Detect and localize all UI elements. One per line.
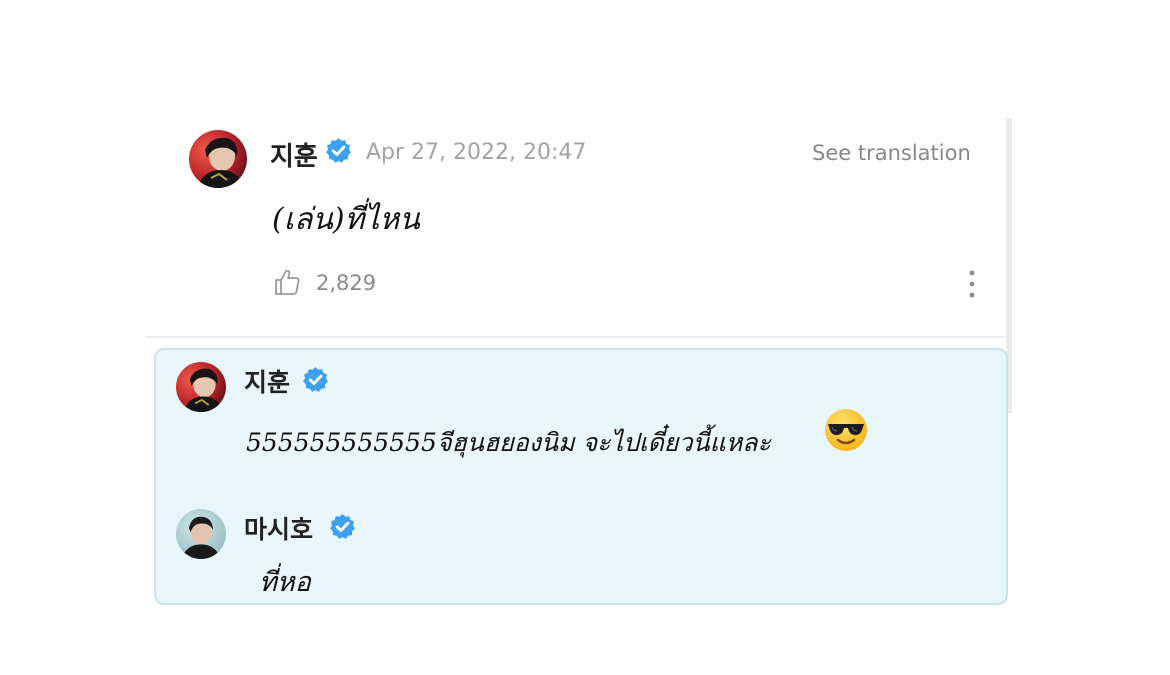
comment-thread: 지훈 Apr 27, 2022, 20:47 See translation (… (0, 0, 1170, 675)
reply-text: ที่หอ (259, 567, 311, 598)
comment-text: (เล่น)ที่ไหน (272, 202, 420, 237)
more-vertical-icon[interactable] (962, 268, 982, 300)
avatar[interactable] (189, 130, 247, 188)
verified-badge-icon (303, 367, 328, 392)
comment-author[interactable]: 지훈 (270, 136, 318, 173)
see-translation-button[interactable]: See translation (812, 141, 971, 165)
reply-avatar[interactable] (176, 362, 226, 412)
verified-badge-icon (330, 514, 355, 539)
sunglasses-emoji-icon (825, 409, 867, 451)
reply-avatar[interactable] (176, 509, 226, 559)
reply-author[interactable]: 마시호 (244, 510, 313, 546)
reply-text: 555555555555จีฮุนฮยองนิม จะไปเดี๋ยวนี้แห… (246, 428, 771, 457)
divider (145, 336, 1005, 338)
comment-timestamp: Apr 27, 2022, 20:47 (366, 140, 587, 165)
like-count: 2,829 (316, 271, 377, 295)
verified-badge-icon (326, 138, 351, 163)
thumbs-up-icon[interactable] (272, 267, 302, 297)
reply-author[interactable]: 지훈 (244, 363, 290, 399)
